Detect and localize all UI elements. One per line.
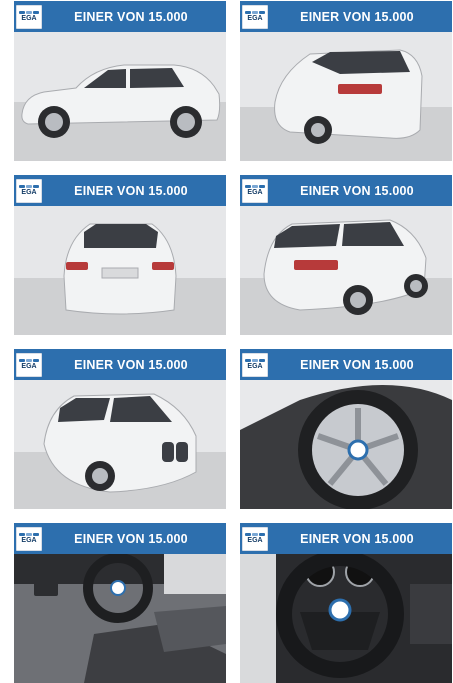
tile-banner: EGA EINER VON 15.000 [14,349,226,380]
car-rear-photo [14,206,226,335]
gallery-tile-6[interactable]: EGA EINER VON 15.000 [240,349,452,509]
tile-banner-title: EINER VON 15.000 [74,183,188,198]
tile-banner-title: EINER VON 15.000 [300,183,414,198]
tile-banner-title: EINER VON 15.000 [74,9,188,24]
ega-logo-icon: EGA [16,4,42,29]
gallery-tile-1[interactable]: EGA EINER VON 15.000 [14,1,226,161]
ega-logo-icon: EGA [242,526,268,551]
ega-logo-icon: EGA [242,352,268,377]
tile-banner: EGA EINER VON 15.000 [14,1,226,32]
wheel-rim-photo [240,380,452,509]
tile-banner-title: EINER VON 15.000 [300,531,414,546]
ega-logo-icon: EGA [242,4,268,29]
ega-logo-icon: EGA [16,352,42,377]
car-side-photo [14,32,226,161]
gallery-tile-3[interactable]: EGA EINER VON 15.000 [14,175,226,335]
ega-logo-icon: EGA [16,526,42,551]
tile-banner-title: EINER VON 15.000 [300,357,414,372]
gallery-tile-4[interactable]: EGA EINER VON 15.000 [240,175,452,335]
tile-banner-title: EINER VON 15.000 [74,357,188,372]
tile-banner: EGA EINER VON 15.000 [240,1,452,32]
tile-banner-title: EINER VON 15.000 [300,9,414,24]
car-rear-right-photo [240,206,452,335]
tile-banner: EGA EINER VON 15.000 [14,523,226,554]
ega-logo-icon: EGA [16,178,42,203]
gallery-tile-8[interactable]: EGA EINER VON 15.000 [240,523,452,683]
tile-banner-title: EINER VON 15.000 [74,531,188,546]
steering-wheel-photo [240,554,452,683]
gallery-tile-5[interactable]: EGA EINER VON 15.000 [14,349,226,509]
interior-dashboard-photo [14,554,226,683]
car-front-three-quarter-photo [14,380,226,509]
gallery-tile-2[interactable]: EGA EINER VON 15.000 [240,1,452,161]
tile-banner: EGA EINER VON 15.000 [240,349,452,380]
tile-banner: EGA EINER VON 15.000 [240,523,452,554]
car-rear-three-quarter-photo [240,32,452,161]
tile-banner: EGA EINER VON 15.000 [240,175,452,206]
ega-logo-icon: EGA [242,178,268,203]
tile-banner: EGA EINER VON 15.000 [14,175,226,206]
image-gallery: EGA EINER VON 15.000 EGA EINER VON 15.00… [0,0,453,683]
gallery-tile-7[interactable]: EGA EINER VON 15.000 [14,523,226,683]
